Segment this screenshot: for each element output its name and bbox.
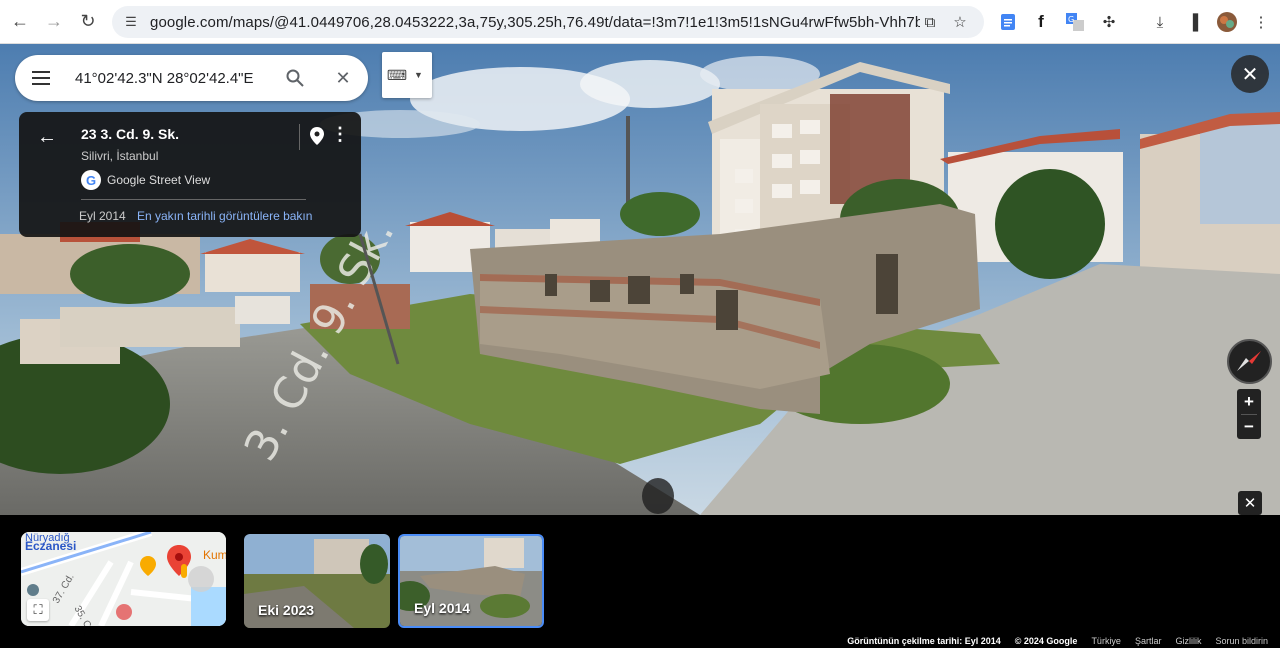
footer-region-link[interactable]: Türkiye xyxy=(1091,636,1121,646)
clear-search-icon[interactable]: ✕ xyxy=(331,66,355,90)
map-pin-icon[interactable] xyxy=(309,126,327,146)
search-box[interactable]: 41°02'42.3"N 28°02'42.4"E ✕ xyxy=(15,55,368,101)
fullscreen-icon[interactable]: ⛶ xyxy=(27,599,49,621)
facebook-extension-icon[interactable]: f xyxy=(1027,8,1055,36)
close-filmstrip-button[interactable]: ✕ xyxy=(1238,491,1262,515)
map-label-kum: Kum xyxy=(203,548,226,562)
search-input[interactable]: 41°02'42.3"N 28°02'42.4"E xyxy=(75,70,275,87)
back-arrow-icon[interactable]: ← xyxy=(37,126,57,149)
zoom-in-button[interactable]: + xyxy=(1237,389,1261,414)
hamburger-menu-icon[interactable] xyxy=(15,55,67,101)
thumbnail-label: Eyl 2014 xyxy=(414,600,471,616)
forward-icon[interactable]: → xyxy=(37,5,71,39)
thumbnail-label: Eki 2023 xyxy=(258,602,315,618)
footer-privacy-link[interactable]: Gizlilik xyxy=(1175,636,1201,646)
browser-toolbar: ← → ↻ ☰ google.com/maps/@41.0449706,28.0… xyxy=(0,0,1280,44)
minimap[interactable]: Nüryadığ Eczanesi Kum 37. Cd. 35. Cd. ⛶ xyxy=(21,532,226,626)
input-tools-button[interactable]: ⌨ ▼ xyxy=(382,52,432,98)
footer: Görüntünün çekilme tarihi: Eyl 2014 © 20… xyxy=(0,633,1280,648)
zoom-out-button[interactable]: − xyxy=(1237,414,1261,439)
zoom-control: + − xyxy=(1237,389,1261,439)
address-bar[interactable]: ☰ google.com/maps/@41.0449706,28.0453222… xyxy=(112,6,984,38)
install-app-icon[interactable]: ⧉ xyxy=(918,10,942,34)
provider-row: G Google Street View xyxy=(81,170,210,190)
keyboard-icon: ⌨ xyxy=(386,66,408,83)
site-info-icon[interactable]: ☰ xyxy=(116,7,146,37)
recent-imagery-link[interactable]: En yakın tarihli görüntülere bakın xyxy=(137,209,312,223)
divider xyxy=(299,124,300,150)
svg-text:G: G xyxy=(1068,15,1074,24)
url-text[interactable]: google.com/maps/@41.0449706,28.0453222,3… xyxy=(150,14,920,31)
translate-extension-icon[interactable]: G xyxy=(1061,8,1089,36)
location-info-card: ← 23 3. Cd. 9. Sk. Silivri, İstanbul ⋮ G… xyxy=(19,112,361,237)
docs-extension-icon[interactable] xyxy=(994,8,1022,36)
map-label-eczanesi: Eczanesi xyxy=(25,539,77,553)
back-icon[interactable]: ← xyxy=(3,5,37,39)
browser-menu-icon[interactable]: ⋮ xyxy=(1247,8,1275,36)
search-icon[interactable] xyxy=(283,66,307,90)
avatar[interactable] xyxy=(1213,8,1241,36)
place-subtitle: Silivri, İstanbul xyxy=(81,149,159,163)
divider xyxy=(81,199,306,200)
footer-terms-link[interactable]: Şartlar xyxy=(1135,636,1162,646)
close-street-view-button[interactable]: ✕ xyxy=(1231,55,1269,93)
divider xyxy=(1241,414,1257,415)
capture-date: Eyl 2014 xyxy=(79,209,126,223)
thumbnail-2023[interactable]: Eki 2023 xyxy=(244,534,390,628)
side-panel-icon[interactable]: ▐ xyxy=(1179,8,1207,36)
filmstrip: Nüryadığ Eczanesi Kum 37. Cd. 35. Cd. ⛶ … xyxy=(0,515,1280,648)
footer-capture-date: Görüntünün çekilme tarihi: Eyl 2014 xyxy=(847,635,1001,646)
place-title: 23 3. Cd. 9. Sk. xyxy=(81,126,180,142)
extensions-puzzle-icon[interactable]: ✣ xyxy=(1095,8,1123,36)
reload-icon[interactable]: ↻ xyxy=(71,5,105,39)
compass-icon[interactable] xyxy=(1227,339,1272,384)
footer-copyright: © 2024 Google xyxy=(1014,635,1078,646)
bookmark-star-icon[interactable]: ☆ xyxy=(948,10,972,34)
chevron-down-icon: ▼ xyxy=(414,70,423,80)
download-icon[interactable]: ⤓ xyxy=(1146,8,1174,36)
footer-report-link[interactable]: Sorun bildirin xyxy=(1215,636,1268,646)
provider-label: Google Street View xyxy=(107,173,211,187)
google-logo-icon: G xyxy=(81,170,101,190)
thumbnail-2014[interactable]: Eyl 2014 xyxy=(398,534,544,628)
more-options-icon[interactable]: ⋮ xyxy=(331,124,349,145)
